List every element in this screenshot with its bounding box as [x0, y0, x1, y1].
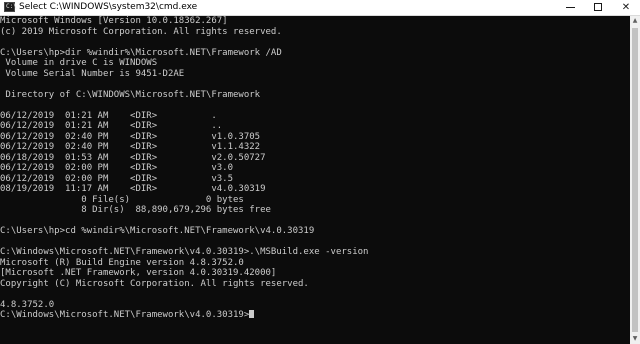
console-line: Microsoft Windows [Version 10.0.18362.26… — [0, 16, 228, 26]
console-line: 06/12/2019 02:40 PM <DIR> v1.0.3705 — [0, 131, 261, 142]
cmd-window: C:\ Select C:\WINDOWS\system32\cmd.exe ✕… — [0, 0, 640, 344]
console-line: 06/12/2019 02:40 PM <DIR> v1.1.4322 — [0, 142, 261, 152]
window-title: Select C:\WINDOWS\system32\cmd.exe — [19, 2, 198, 12]
vertical-scrollbar[interactable]: ▲ ▼ — [630, 16, 640, 344]
console-line: Copyright (C) Microsoft Corporation. All… — [0, 278, 309, 289]
console-line: 06/12/2019 02:00 PM <DIR> v3.5 — [0, 173, 233, 184]
scroll-down-icon[interactable]: ▼ — [630, 334, 640, 344]
maximize-icon — [594, 3, 602, 11]
console-prompt: C:\Windows\Microsoft.NET\Framework\v4.0.… — [0, 310, 250, 320]
console-line: [Microsoft .NET Framework, version 4.0.3… — [0, 268, 277, 278]
console-output[interactable]: Microsoft Windows [Version 10.0.18362.26… — [0, 16, 630, 344]
console-line: Volume Serial Number is 9451-D2AE — [0, 68, 185, 79]
title-bar[interactable]: C:\ Select C:\WINDOWS\system32\cmd.exe ✕ — [0, 0, 640, 16]
cmd-app-icon-label: C:\ — [6, 3, 17, 10]
maximize-button[interactable] — [585, 0, 613, 15]
console-line: 4.8.3752.0 — [0, 299, 55, 310]
scroll-up-icon[interactable]: ▲ — [630, 16, 640, 26]
console-line: 06/12/2019 01:21 AM <DIR> . — [0, 110, 217, 121]
console-line: C:\Windows\Microsoft.NET\Framework\v4.0.… — [0, 247, 369, 257]
console-prompt-line[interactable]: C:\Windows\Microsoft.NET\Framework\v4.0.… — [0, 310, 630, 321]
text-cursor — [249, 310, 255, 318]
scroll-thumb[interactable] — [632, 28, 638, 332]
console-line: Microsoft (R) Build Engine version 4.8.3… — [0, 257, 244, 268]
console-line: C:\Users\hp>cd %windir%\Microsoft.NET\Fr… — [0, 226, 315, 236]
minimize-button[interactable] — [557, 0, 585, 15]
console-line: 06/18/2019 01:53 AM <DIR> v2.0.50727 — [0, 152, 266, 163]
console-line: 06/12/2019 02:00 PM <DIR> v3.0 — [0, 163, 233, 173]
close-button[interactable]: ✕ — [612, 0, 640, 15]
minimize-icon — [566, 7, 575, 8]
close-icon: ✕ — [621, 2, 631, 13]
console-line: 8 Dir(s) 88,890,679,296 bytes free — [0, 205, 271, 215]
console-line: C:\Users\hp>dir %windir%\Microsoft.NET\F… — [0, 47, 282, 58]
console-line: 08/19/2019 11:17 AM <DIR> v4.0.30319 — [0, 184, 266, 194]
cmd-app-icon[interactable]: C:\ — [4, 2, 17, 12]
console-line: 06/12/2019 01:21 AM <DIR> .. — [0, 121, 223, 131]
console-line: 0 File(s) 0 bytes — [0, 194, 244, 205]
console-line: Volume in drive C is WINDOWS — [0, 58, 158, 68]
console-line: Directory of C:\WINDOWS\Microsoft.NET\Fr… — [0, 89, 261, 100]
console-line: (c) 2019 Microsoft Corporation. All righ… — [0, 26, 282, 37]
